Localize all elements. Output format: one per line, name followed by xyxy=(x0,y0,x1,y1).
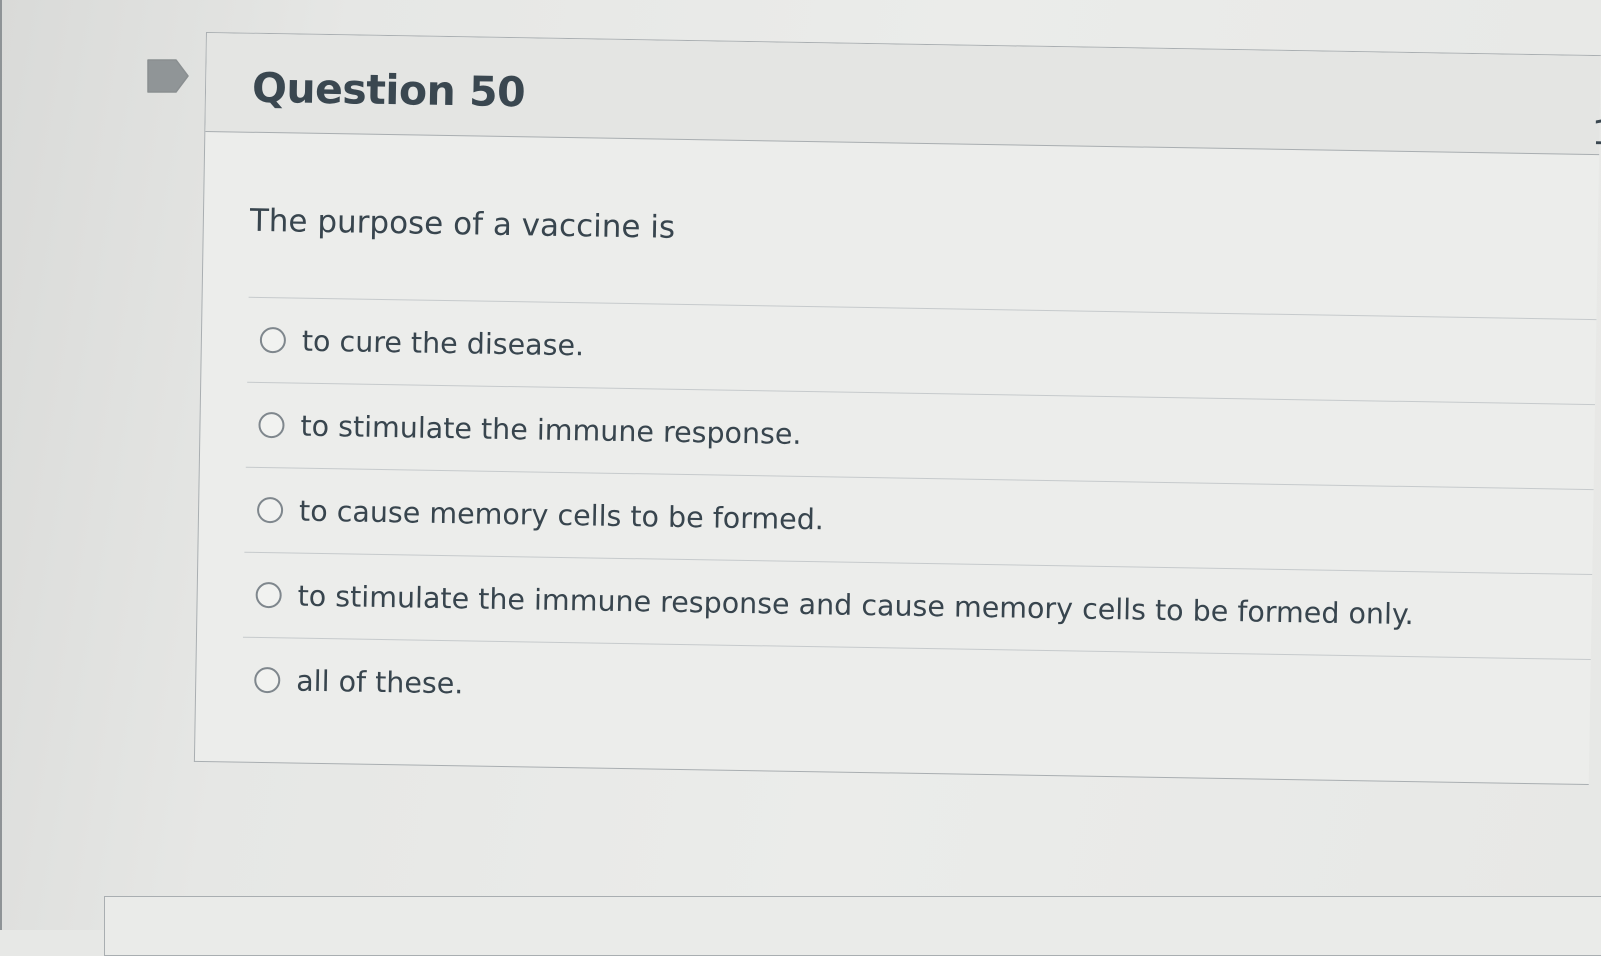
question-points: 1 xyxy=(1591,112,1601,154)
question-header: Question 50 1 xyxy=(205,33,1601,156)
radio-button[interactable] xyxy=(259,326,287,354)
answer-label: to stimulate the immune response and cau… xyxy=(297,579,1415,631)
radio-button[interactable] xyxy=(256,496,284,524)
radio-button[interactable] xyxy=(255,581,282,609)
answer-label: all of these. xyxy=(295,664,464,700)
answer-label: to cause memory cells to be formed. xyxy=(298,494,825,536)
answer-list: to cure the disease. to stimulate the im… xyxy=(241,296,1597,745)
question-title: Question 50 xyxy=(251,63,526,117)
radio-button[interactable] xyxy=(258,411,285,439)
question-text: The purpose of a vaccine is xyxy=(249,202,676,246)
answer-label: to cure the disease. xyxy=(301,324,585,362)
screen-edge xyxy=(0,0,2,930)
answer-label: to stimulate the immune response. xyxy=(300,409,802,451)
next-question-card xyxy=(104,896,1601,956)
question-card: Question 50 1 The purpose of a vaccine i… xyxy=(193,32,1601,786)
radio-button[interactable] xyxy=(254,666,281,694)
flag-icon[interactable] xyxy=(146,58,190,94)
